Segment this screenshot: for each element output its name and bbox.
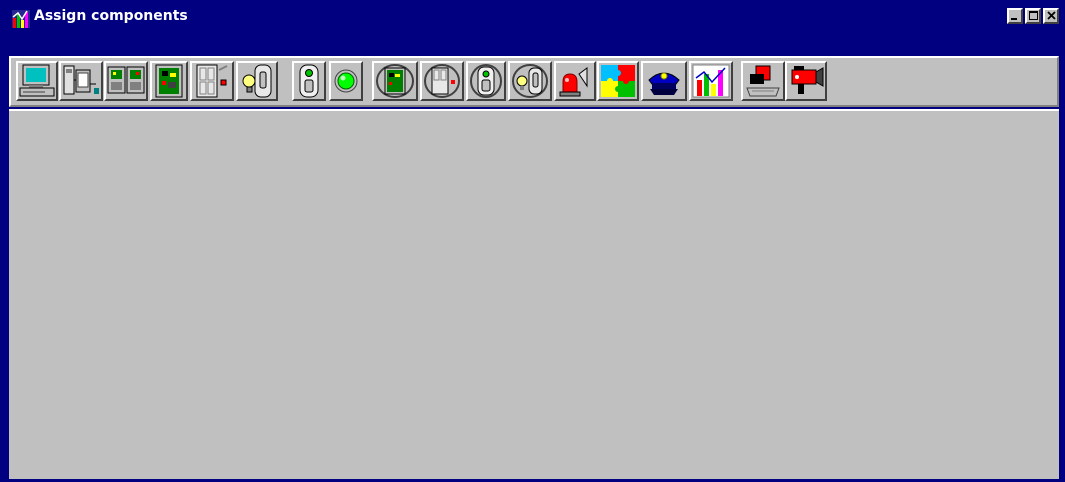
- card-reader-icon: [744, 64, 782, 98]
- toolbar-button-chart-graph[interactable]: [689, 61, 733, 101]
- circuit-board-icon: [153, 64, 185, 98]
- video-camera-icon: [788, 64, 824, 98]
- minimize-button[interactable]: [1007, 8, 1023, 24]
- toolbar-button-circuit-board[interactable]: [150, 61, 188, 101]
- puzzle-zones-icon: [600, 64, 636, 98]
- toolbar-button-puzzle-zones[interactable]: [597, 61, 639, 101]
- toolbar-button-controller-unit[interactable]: [59, 61, 103, 101]
- window-title: Assign components: [34, 8, 188, 24]
- toolbar-button-board-group[interactable]: [372, 61, 418, 101]
- computer-icon: [19, 64, 55, 98]
- board-group-icon: [375, 64, 415, 98]
- switch-group-icon: [511, 64, 549, 98]
- maximize-button[interactable]: [1025, 8, 1041, 24]
- close-button[interactable]: [1043, 8, 1059, 24]
- toolbar-button-green-light[interactable]: [329, 61, 363, 101]
- close-icon: [1046, 10, 1056, 22]
- toolbar-button-door[interactable]: [190, 61, 234, 101]
- toolbar-button-dual-module[interactable]: [104, 61, 148, 101]
- maximize-icon: [1028, 10, 1038, 22]
- toolbar-button-door-group[interactable]: [420, 61, 464, 101]
- green-light-icon: [333, 64, 359, 98]
- controller-unit-icon: [62, 64, 100, 98]
- door-icon: [193, 64, 231, 98]
- component-toolbar: [9, 56, 1059, 107]
- toolbar-button-computer[interactable]: [16, 61, 58, 101]
- app-chart-icon: [11, 9, 31, 29]
- toolbar-button-video-camera[interactable]: [785, 61, 827, 101]
- detector-group-icon: [469, 64, 503, 98]
- toolbar-button-switch-group[interactable]: [508, 61, 552, 101]
- assign-components-window: Assign components: [0, 0, 1065, 482]
- toolbar-button-detector-group[interactable]: [466, 61, 506, 101]
- toolbar-button-card-reader[interactable]: [741, 61, 785, 101]
- dual-module-icon: [107, 64, 145, 98]
- toolbar-button-alarm-siren[interactable]: [554, 61, 596, 101]
- window-controls: [1007, 8, 1059, 24]
- chart-graph-icon: [692, 64, 730, 98]
- guard-cap-icon: [644, 64, 684, 98]
- workspace-area[interactable]: [9, 109, 1059, 479]
- light-switch-icon: [239, 64, 275, 98]
- toolbar-button-guard-cap[interactable]: [641, 61, 687, 101]
- minimize-icon: [1011, 11, 1019, 22]
- door-group-icon: [423, 64, 461, 98]
- toolbar-button-light-switch[interactable]: [236, 61, 278, 101]
- toolbar-button-detector[interactable]: [292, 61, 326, 101]
- title-bar[interactable]: Assign components: [0, 0, 1065, 56]
- alarm-siren-icon: [557, 64, 593, 98]
- detector-icon: [296, 64, 322, 98]
